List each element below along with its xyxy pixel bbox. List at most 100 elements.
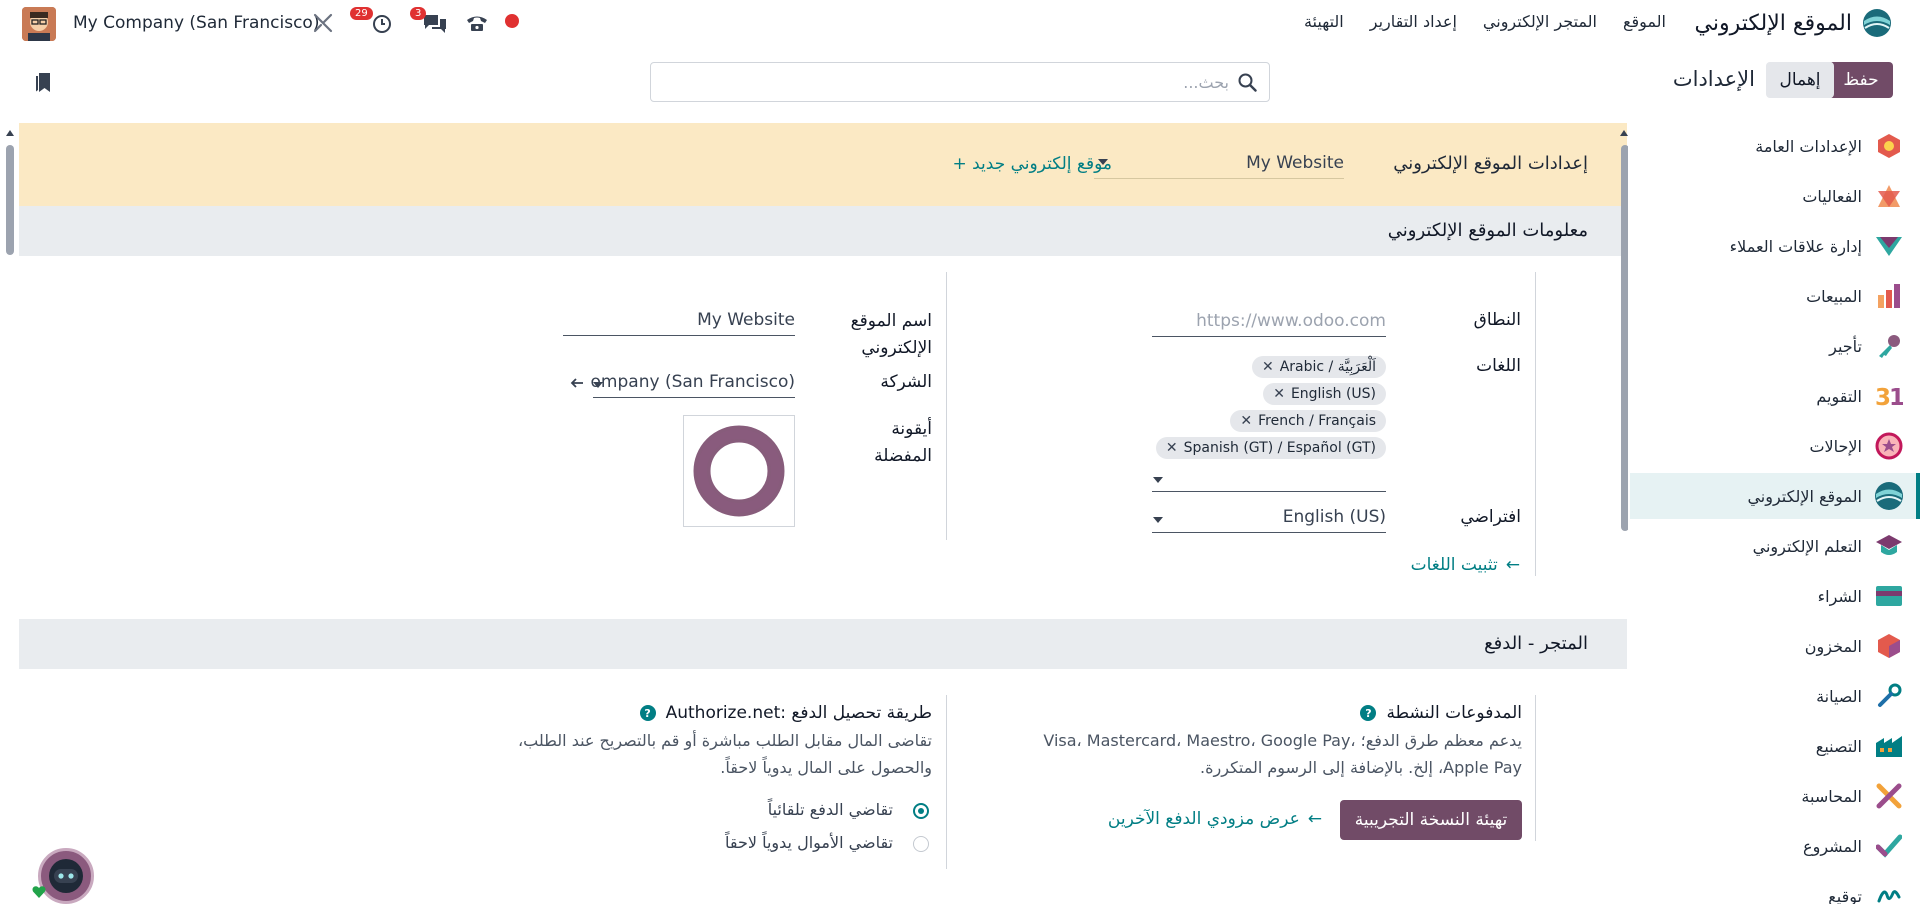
sidebar-item-sales[interactable]: المبيعات	[1630, 273, 1920, 319]
project-icon	[1874, 831, 1904, 861]
website-settings-bar: إعدادات الموقع الإلكتروني My Website + م…	[19, 123, 1627, 206]
capture-manual-label[interactable]: تقاضي الأموال يدوياً لاحقاً	[725, 833, 893, 852]
sidebar-item-crm[interactable]: إدارة علاقات العملاء	[1630, 223, 1920, 269]
maintenance-icon	[1874, 681, 1904, 711]
menu-item-configuration[interactable]: التهيئة	[1304, 12, 1344, 31]
user-avatar[interactable]	[22, 7, 56, 41]
sidebar-item-project[interactable]: المشروع	[1630, 823, 1920, 869]
configure-demo-button[interactable]: تهيئة النسخة التجريبية	[1340, 800, 1522, 840]
calendar-icon: 31	[1874, 381, 1904, 411]
language-tag: English (US) ✕	[1263, 383, 1386, 405]
messages-count-badge: 3	[410, 7, 427, 20]
website-name-label: اسم الموقع الإلكتروني	[850, 311, 932, 358]
website-select-value: My Website	[1246, 153, 1344, 173]
capture-auto-radio[interactable]	[913, 803, 929, 819]
menu-item-reporting[interactable]: إعداد التقارير	[1370, 12, 1457, 31]
remove-tag-icon[interactable]: ✕	[1240, 413, 1252, 429]
phone-icon[interactable]	[464, 11, 488, 35]
authorize-description: تقاضى المال مقابل الطلب مباشرة أو قم بال…	[517, 731, 932, 777]
help-icon[interactable]: ?	[639, 705, 656, 721]
add-language-input[interactable]	[1152, 468, 1386, 492]
default-language-label: افتراضي	[1460, 507, 1521, 527]
sidebar-item-events[interactable]: الفعاليات	[1630, 173, 1920, 219]
website-info-section-header: معلومات الموقع الإلكتروني	[19, 206, 1627, 256]
languages-tags[interactable]: Arabic / اَلْعَرَبِيَّة ✕ English (US) ✕…	[1152, 355, 1386, 495]
activity-count-badge: 29	[350, 7, 373, 20]
activity-clock-icon[interactable]	[370, 11, 394, 35]
content-scrollbar-thumb[interactable]	[6, 145, 14, 255]
active-indicator	[1916, 473, 1920, 519]
sidebar-item-purchase[interactable]: الشراء	[1630, 573, 1920, 619]
content-scrollbar[interactable]	[4, 127, 16, 904]
caret-down-icon	[1153, 477, 1163, 483]
sidebar-item-general-settings[interactable]: الإعدادات العامة	[1630, 123, 1920, 169]
sidebar-item-inventory[interactable]: المخزون	[1630, 623, 1920, 669]
inventory-icon	[1874, 631, 1904, 661]
domain-input[interactable]: https://www.odoo.com	[1152, 309, 1386, 337]
search-icon[interactable]	[1238, 73, 1257, 92]
sidebar-item-manufacturing[interactable]: التصنيع	[1630, 723, 1920, 769]
menu-item-site[interactable]: الموقع	[1623, 12, 1666, 31]
capture-manual-radio[interactable]	[913, 836, 929, 852]
default-language-select[interactable]: English (US)	[1152, 505, 1386, 533]
divider	[946, 695, 947, 869]
purchase-icon	[1874, 581, 1904, 611]
arrow-left-icon: ←	[1307, 809, 1322, 829]
help-icon[interactable]: ?	[1360, 705, 1377, 721]
search-input[interactable]	[669, 71, 1229, 93]
remove-tag-icon[interactable]: ✕	[1166, 440, 1178, 456]
company-select[interactable]: ompany (San Francisco)	[591, 370, 795, 398]
company-switcher[interactable]: My Company (San Francisco)	[73, 13, 319, 33]
company-label: الشركة	[880, 372, 932, 392]
divider	[946, 272, 947, 540]
divider	[1535, 272, 1536, 576]
website-app-icon	[1862, 8, 1892, 38]
sidebar-item-elearning[interactable]: التعلم الإلكتروني	[1630, 523, 1920, 569]
remove-tag-icon[interactable]: ✕	[1262, 359, 1274, 375]
discard-button[interactable]: إهمال	[1766, 62, 1834, 98]
bookmark-icon[interactable]	[34, 72, 52, 94]
settings-sidebar: الإعدادات العامة الفعاليات إدارة علاقات …	[1628, 123, 1920, 904]
odoobot-avatar[interactable]	[38, 848, 94, 904]
internal-link-arrow-icon[interactable]	[569, 375, 585, 391]
sidebar-item-maintenance[interactable]: الصيانة	[1630, 673, 1920, 719]
sidebar-item-calendar[interactable]: 31 التقويم	[1630, 373, 1920, 419]
language-tag: Arabic / اَلْعَرَبِيَّة ✕	[1251, 356, 1386, 378]
active-payments-heading: المدفوعات النشطة ?	[1360, 703, 1522, 723]
language-tag: French / Français ✕	[1230, 410, 1386, 432]
language-tag-label: Spanish (GT) / Español (GT)	[1183, 440, 1376, 456]
manufacturing-icon	[1874, 731, 1904, 761]
default-language-value: English (US)	[1282, 507, 1386, 527]
app-brand[interactable]: الموقع الإلكتروني	[1695, 6, 1893, 40]
capture-auto-label[interactable]: تقاضي الدفع تلقائياً	[768, 800, 893, 819]
authorize-title: Authorize.net: طريقة تحصيل الدفع	[665, 703, 932, 723]
sidebar-item-rental[interactable]: تأجير	[1630, 323, 1920, 369]
sidebar-item-website[interactable]: الموقع الإلكتروني	[1630, 473, 1920, 519]
accounting-icon	[1874, 781, 1904, 811]
favicon-image[interactable]	[683, 415, 795, 527]
caret-down-icon	[1153, 517, 1163, 523]
active-payments-title: المدفوعات النشطة	[1386, 703, 1522, 723]
install-languages-link[interactable]: ← تثبيت اللغات	[1411, 555, 1520, 575]
sales-icon	[1874, 281, 1904, 311]
remove-tag-icon[interactable]: ✕	[1273, 386, 1285, 402]
active-payments-description: يدعم معظم طرق الدفع؛ Visa، Mastercard، M…	[1043, 731, 1522, 777]
language-tag-label: English (US)	[1290, 386, 1376, 402]
language-tag: Spanish (GT) / Español (GT) ✕	[1155, 437, 1386, 459]
debug-tools-icon[interactable]	[311, 11, 335, 35]
referrals-icon	[1874, 431, 1904, 461]
online-status-icon	[32, 885, 46, 899]
website-name-input[interactable]: My Website	[563, 308, 795, 336]
sidebar-item-accounting[interactable]: المحاسبة	[1630, 773, 1920, 819]
sidebar-item-sign[interactable]: توقيع	[1630, 873, 1920, 904]
website-select[interactable]: My Website	[1094, 153, 1344, 179]
general-settings-icon	[1874, 131, 1904, 161]
sidebar-item-referrals[interactable]: الإحالات	[1630, 423, 1920, 469]
new-website-button[interactable]: + موقع إلكتروني جديد	[952, 154, 1112, 174]
menu-item-ecommerce[interactable]: المتجر الإلكتروني	[1483, 12, 1597, 31]
save-button[interactable]: حفظ	[1829, 62, 1893, 98]
search-box	[650, 62, 1270, 102]
app-title: الموقع الإلكتروني	[1694, 10, 1853, 36]
recording-indicator-icon[interactable]	[505, 14, 519, 28]
view-other-providers-link[interactable]: ← عرض مزودي الدفع الآخرين	[1108, 809, 1322, 829]
